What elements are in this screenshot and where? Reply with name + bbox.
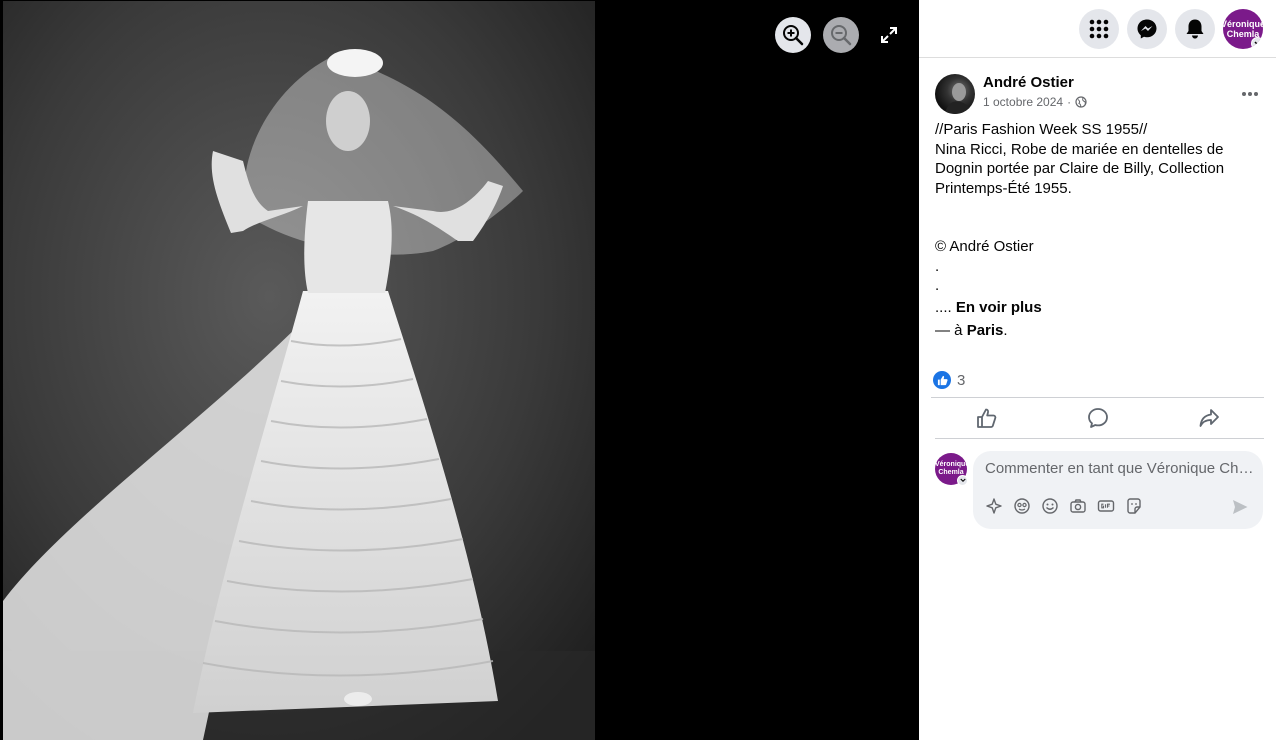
post-body: //Paris Fashion Week SS 1955// Nina Ricc… xyxy=(935,120,1255,341)
location-suffix: . xyxy=(1003,322,1008,339)
post-header: André Ostier 1 octobre 2024 · xyxy=(935,74,1264,114)
avatar-face-icon xyxy=(1014,498,1030,514)
messenger-icon xyxy=(1137,19,1157,39)
share-icon xyxy=(1199,409,1219,427)
thumbs-up-icon xyxy=(976,408,996,428)
chevron-down-icon xyxy=(957,475,968,486)
comment-input[interactable]: Commenter en tant que Véronique Chemla xyxy=(985,460,1255,477)
smiley-icon xyxy=(1042,498,1058,514)
notifications-button[interactable] xyxy=(1175,9,1215,49)
account-avatar-button[interactable]: Véronique Chemla xyxy=(1223,9,1263,49)
fullscreen-button[interactable] xyxy=(871,17,907,53)
post-line xyxy=(935,218,1255,238)
post-date: 1 octobre 2024 · xyxy=(983,95,1087,109)
gif-button[interactable] xyxy=(1095,495,1117,517)
emoji-button[interactable] xyxy=(1039,495,1061,517)
menu-grid-icon xyxy=(1089,19,1109,39)
comment-tools xyxy=(983,495,1145,517)
post-panel: Véronique Chemla André Ostier 1 octobre … xyxy=(919,0,1276,740)
post-line: . xyxy=(935,257,940,275)
zoom-in-button[interactable] xyxy=(775,17,811,53)
send-button[interactable] xyxy=(1229,496,1251,518)
camera-icon xyxy=(1070,499,1086,513)
post-line xyxy=(935,198,1255,218)
divider xyxy=(935,438,1264,439)
menu-button[interactable] xyxy=(1079,9,1119,49)
comment-button[interactable] xyxy=(1042,398,1153,438)
sticker-icon xyxy=(1127,498,1141,514)
author-avatar[interactable] xyxy=(935,74,975,114)
more-horizontal-icon xyxy=(1242,92,1258,96)
like-button[interactable] xyxy=(931,398,1042,438)
sparkle-icon xyxy=(986,498,1002,514)
post-line: . xyxy=(935,277,940,294)
post-line: © André Ostier xyxy=(935,238,1034,255)
more-options-button[interactable] xyxy=(1236,80,1264,108)
reaction-summary[interactable]: 3 xyxy=(933,371,965,389)
photo-viewer xyxy=(0,0,919,740)
globe-icon xyxy=(1075,96,1087,108)
location-line: — à Paris. xyxy=(935,321,1255,341)
share-button[interactable] xyxy=(1153,398,1264,438)
author-name[interactable]: André Ostier xyxy=(983,74,1074,91)
send-icon xyxy=(1233,500,1248,514)
post-date-text[interactable]: 1 octobre 2024 xyxy=(983,95,1063,109)
see-more-prefix: .... xyxy=(935,298,956,316)
commenter-avatar[interactable]: Véronique Chemla xyxy=(935,453,969,486)
like-reaction-icon xyxy=(933,371,951,389)
comment-icon xyxy=(1087,408,1108,428)
avatar-sticker-button[interactable] xyxy=(983,495,1005,517)
location-link[interactable]: Paris xyxy=(967,322,1004,339)
messenger-button[interactable] xyxy=(1127,9,1167,49)
sticker-button[interactable] xyxy=(1123,495,1145,517)
avatar-button[interactable] xyxy=(1011,495,1033,517)
post-photo xyxy=(3,1,595,740)
zoom-in-icon xyxy=(783,25,804,46)
post-actions xyxy=(931,398,1264,438)
comment-composer: Commenter en tant que Véronique Chemla xyxy=(973,451,1263,529)
reaction-count: 3 xyxy=(957,371,966,389)
see-more-link[interactable]: En voir plus xyxy=(956,299,1042,316)
bell-icon xyxy=(1186,19,1204,39)
zoom-out-button[interactable] xyxy=(823,17,859,53)
date-separator: · xyxy=(1067,95,1072,109)
account-avatar-label: Véronique Chemla xyxy=(1223,19,1263,39)
photo-button[interactable] xyxy=(1067,495,1089,517)
chevron-down-icon xyxy=(1251,37,1263,49)
top-navigation: Véronique Chemla xyxy=(919,0,1276,58)
post-line: Nina Ricci, Robe de mariée en dentelles … xyxy=(935,140,1225,197)
gif-icon xyxy=(1097,500,1115,512)
see-more-line: .... En voir plus xyxy=(935,298,1255,318)
post-line: //Paris Fashion Week SS 1955// xyxy=(935,121,1148,138)
fullscreen-icon xyxy=(881,27,897,43)
zoom-out-icon xyxy=(831,25,852,46)
location-prefix: — à xyxy=(935,322,967,339)
